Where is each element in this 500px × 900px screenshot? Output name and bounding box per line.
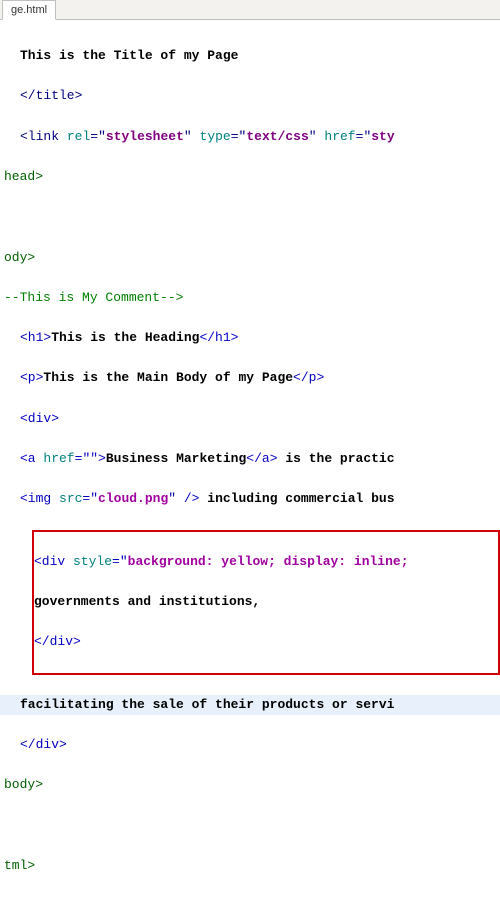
body-open: ody> (4, 248, 496, 268)
highlighted-box: <div style="background: yellow; display:… (32, 530, 500, 675)
html-close: tml> (4, 856, 496, 876)
link-tag-line: <link rel="stylesheet" type="text/css" h… (4, 127, 496, 147)
anchor-line: <a href="">Business Marketing</a> is the… (4, 449, 496, 469)
head-close: head> (4, 167, 496, 187)
file-tab[interactable]: ge.html (2, 0, 56, 20)
body-close: body> (4, 775, 496, 795)
code-editor[interactable]: This is the Title of my Page </title> <l… (0, 20, 500, 900)
div-close-line: </div> (4, 735, 496, 755)
title-text: This is the Title of my Page (4, 46, 496, 66)
h1-line: <h1>This is the Heading</h1> (4, 328, 496, 348)
close-title-tag: </title> (4, 86, 496, 106)
img-line: <img src="cloud.png" /> including commer… (4, 489, 496, 509)
p-line: <p>This is the Main Body of my Page</p> (4, 368, 496, 388)
red-div-open: <div style="background: yellow; display:… (34, 552, 498, 572)
red-line2: governments and institutions, (34, 592, 498, 612)
tab-bar: ge.html (0, 0, 500, 20)
blank1 (4, 207, 496, 227)
blank2 (4, 815, 496, 835)
red-div-close: </div> (34, 632, 498, 652)
div-open-line: <div> (4, 409, 496, 429)
highlighted-line: facilitating the sale of their products … (0, 695, 500, 715)
comment-line: --This is My Comment--> (4, 288, 496, 308)
